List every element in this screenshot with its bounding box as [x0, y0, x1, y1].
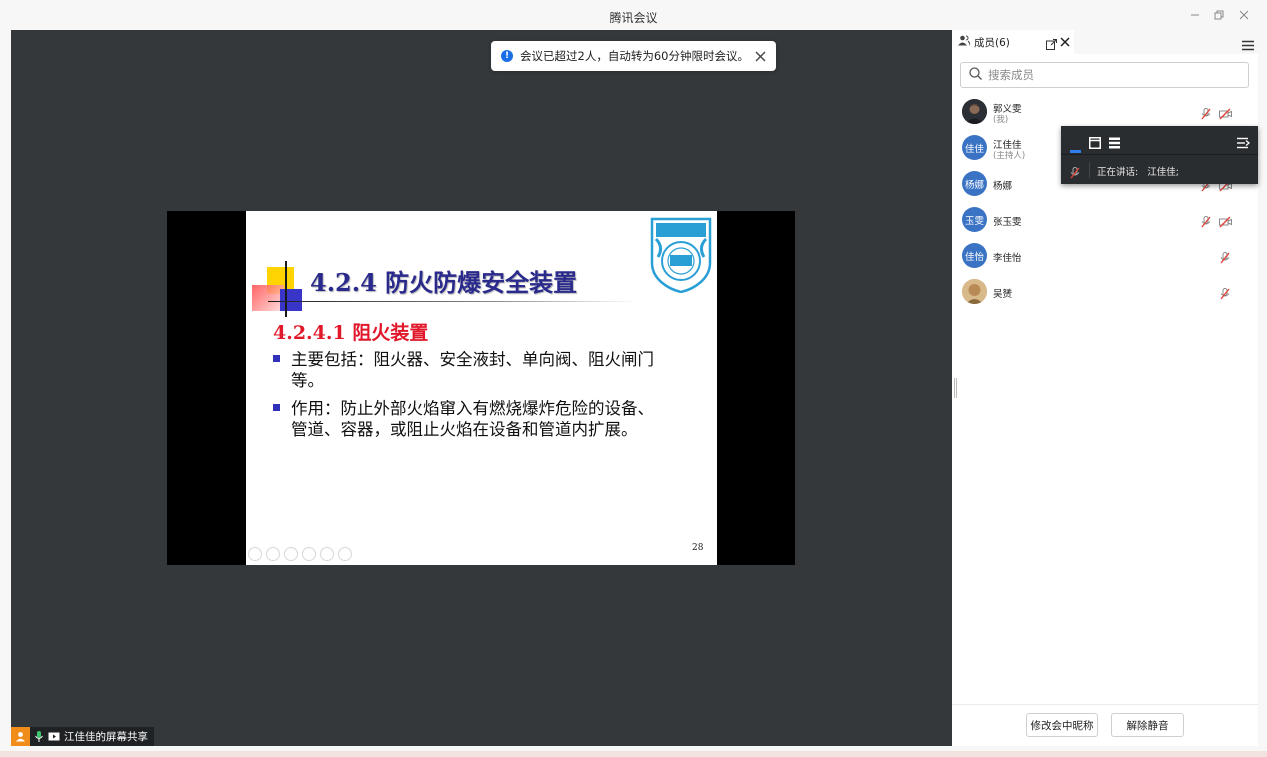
close-notification-icon[interactable] [755, 47, 766, 66]
bullet-line: 管道、容器，或阻止火焰在设备和管道内扩展。 [291, 420, 638, 439]
screen-share-icon [48, 732, 60, 742]
bullet-line: 主要包括：阻火器、安全液封、单向阀、阻火闸门 [291, 350, 654, 369]
avatar: 玉雯 [962, 207, 987, 232]
zoom-icon[interactable] [320, 547, 334, 561]
search-icon [969, 67, 982, 83]
unmute-button[interactable]: 解除静音 [1111, 713, 1184, 737]
muted-mic-icon [1220, 249, 1230, 268]
muted-mic-icon [1201, 213, 1211, 232]
meeting-window: 腾讯会议 4.2.4 防火防爆安全装置 4.2.4.1 阻火装置 主要包括：阻火… [0, 0, 1267, 757]
camera-off-icon [1219, 213, 1232, 232]
panel-resize-handle[interactable] [954, 378, 957, 398]
avatar: 佳怡 [962, 243, 987, 268]
search-members-input[interactable]: 搜索成员 [960, 62, 1249, 88]
slide-title-underline [268, 301, 638, 302]
member-row[interactable]: 吴赟 [962, 277, 1252, 307]
slide-controls [248, 547, 352, 561]
member-name: 杨娜 [993, 181, 1013, 192]
muted-mic-icon [1220, 285, 1230, 304]
list-view-icon[interactable] [1109, 134, 1120, 153]
member-role: (我) [993, 115, 1009, 125]
slide-decoration-blue [280, 289, 302, 311]
bullet-marker [273, 404, 280, 411]
members-icon [958, 35, 971, 49]
avatar: 佳佳 [962, 135, 987, 160]
muted-mic-icon [1070, 164, 1080, 183]
member-name: 张玉雯 [993, 217, 1022, 228]
microphone-icon [35, 731, 43, 742]
slide-title: 4.2.4 防火防爆安全装置 [310, 268, 578, 297]
avatar: 杨娜 [962, 171, 987, 196]
university-logo [650, 217, 712, 294]
pen-icon[interactable] [284, 547, 298, 561]
bullet-line: 等。 [291, 371, 324, 390]
slide-subtitle: 4.2.4.1 阻火装置 [273, 322, 429, 344]
slides-menu-icon[interactable] [302, 547, 316, 561]
member-name: 吴赟 [993, 289, 1013, 300]
user-icon [11, 727, 30, 746]
floating-toolbar [1061, 126, 1258, 155]
slide-page-number: 28 [692, 543, 704, 553]
presentation-slide: 4.2.4 防火防爆安全装置 4.2.4.1 阻火装置 主要包括：阻火器、安全液… [246, 211, 717, 565]
slide-bullet: 主要包括：阻火器、安全液封、单向阀、阻火闸门 等。 [273, 349, 703, 391]
member-name: 李佳怡 [993, 253, 1022, 264]
shared-screen: 4.2.4 防火防爆安全装置 4.2.4.1 阻火装置 主要包括：阻火器、安全液… [167, 211, 795, 565]
popout-icon[interactable] [1046, 35, 1057, 54]
panel-footer-divider [952, 704, 1258, 705]
collapse-menu-icon[interactable] [1237, 134, 1251, 153]
speaking-indicator: 正在讲话: 江佳佳; [1061, 156, 1258, 184]
slide-bullet: 作用：防止外部火焰窜入有燃烧爆炸危险的设备、 管道、容器，或阻止火焰在设备和管道… [273, 398, 703, 440]
slide-decoration-line [285, 261, 287, 317]
more-icon[interactable] [338, 547, 352, 561]
member-row[interactable]: 玉雯 张玉雯 [962, 205, 1252, 235]
window-title: 腾讯会议 [609, 11, 658, 25]
muted-mic-icon [1201, 105, 1211, 124]
tab-members-label: 成员(6) [974, 36, 1010, 49]
bullet-line: 作用：防止外部火焰窜入有燃烧爆炸危险的设备、 [291, 399, 654, 418]
speaker-name: 江佳佳; [1147, 167, 1179, 178]
screen-share-indicator: 江佳佳的屏幕共享 [11, 727, 154, 746]
speaking-text: 正在讲话: 江佳佳; [1097, 164, 1179, 178]
floating-speaker-bar: 正在讲话: 江佳佳; [1061, 126, 1258, 184]
bottom-strip [0, 751, 1267, 757]
restore-icon[interactable] [1212, 8, 1226, 22]
member-role: (主持人) [993, 151, 1026, 161]
speaking-label: 正在讲话: [1097, 167, 1139, 178]
next-slide-icon[interactable] [266, 547, 280, 561]
shared-screen-stage: 4.2.4 防火防爆安全装置 4.2.4.1 阻火装置 主要包括：阻火器、安全液… [11, 30, 952, 746]
notification-text: 会议已超过2人，自动转为60分钟限时会议。 [520, 49, 749, 63]
rename-button[interactable]: 修改会中昵称 [1026, 713, 1098, 737]
title-bar: 腾讯会议 [0, 0, 1267, 30]
close-panel-icon[interactable] [1060, 33, 1070, 51]
avatar [962, 99, 987, 124]
search-placeholder: 搜索成员 [988, 68, 1034, 82]
info-icon: ! [501, 50, 513, 62]
close-icon[interactable] [1237, 8, 1251, 22]
meeting-limit-notification: ! 会议已超过2人，自动转为60分钟限时会议。 [491, 41, 776, 71]
share-label: 江佳佳的屏幕共享 [64, 731, 148, 743]
avatar [962, 279, 987, 304]
divider [1089, 162, 1090, 178]
prev-slide-icon[interactable] [248, 547, 262, 561]
window-view-icon[interactable] [1089, 134, 1101, 153]
menu-icon[interactable] [1242, 36, 1254, 55]
panel-header: 成员(6) [952, 30, 1258, 54]
member-row[interactable]: 佳怡 李佳怡 [962, 241, 1252, 271]
camera-off-icon [1219, 105, 1232, 124]
member-row[interactable]: 郭义雯 (我) [962, 97, 1252, 127]
bullet-marker [273, 355, 280, 362]
minimize-icon[interactable] [1188, 8, 1202, 22]
